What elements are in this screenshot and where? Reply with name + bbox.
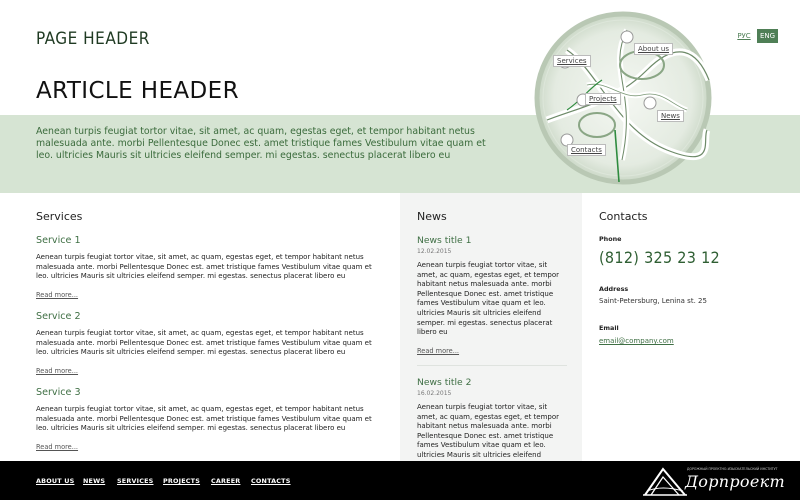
read-more-link[interactable]: Read more... <box>417 347 459 355</box>
map-link-contacts[interactable]: Contacts <box>567 144 606 156</box>
company-logo[interactable]: ДОРОЖНЫЙ ПРОЕКТНО-ИЗЫСКАТЕЛЬСКИЙ ИНСТИТУ… <box>643 465 785 497</box>
service-title[interactable]: Service 1 <box>36 235 386 246</box>
service-title[interactable]: Service 3 <box>36 387 386 398</box>
service-text: Aenean turpis feugiat tortor vitae, sit … <box>36 405 372 433</box>
email-label: Email <box>599 324 619 332</box>
news-text: Aenean turpis feugiat tortor vitae, sit … <box>417 261 560 337</box>
email-link[interactable]: email@company.com <box>599 337 674 345</box>
services-heading: Services <box>36 210 83 223</box>
contacts-column: Contacts Phone (812) 325 23 12 Address S… <box>582 193 800 461</box>
address-label: Address <box>599 285 629 293</box>
news-column: News News title 1 12.02.2015 Aenean turp… <box>400 193 582 461</box>
lang-en-button[interactable]: ENG <box>757 29 778 43</box>
logo-road-icon <box>643 467 687 496</box>
news-item: News title 2 16.02.2015 Aenean turpis fe… <box>417 377 567 461</box>
news-text: Aenean turpis feugiat tortor vitae, sit … <box>417 403 560 459</box>
news-item: News title 1 12.02.2015 Aenean turpis fe… <box>417 235 567 357</box>
news-title[interactable]: News title 1 <box>417 235 567 246</box>
map-link-projects[interactable]: Projects <box>585 93 621 105</box>
map-link-about-us[interactable]: About us <box>634 43 674 55</box>
phone-label: Phone <box>599 235 622 243</box>
map-link-news[interactable]: News <box>657 110 684 122</box>
intro-text: Aenean turpis feugiat tortor vitae, sit … <box>36 126 486 161</box>
service-item: Service 1 Aenean turpis feugiat tortor v… <box>36 235 386 301</box>
page-title: PAGE HEADER <box>36 29 150 49</box>
phone-number: (812) 325 23 12 <box>599 248 721 267</box>
service-text: Aenean turpis feugiat tortor vitae, sit … <box>36 253 372 281</box>
read-more-link[interactable]: Read more... <box>36 367 78 375</box>
service-title[interactable]: Service 2 <box>36 311 386 322</box>
news-heading: News <box>417 210 447 223</box>
road-map-illustration: About us Services Projects News Contacts <box>527 10 717 190</box>
news-divider <box>417 365 567 366</box>
article-title: ARTICLE HEADER <box>36 78 239 104</box>
service-item: Service 3 Aenean turpis feugiat tortor v… <box>36 387 386 453</box>
footer-nav-contacts[interactable]: CONTACTS <box>251 477 291 485</box>
contacts-heading: Contacts <box>599 210 648 223</box>
logo-subtext: ДОРОЖНЫЙ ПРОЕКТНО-ИЗЫСКАТЕЛЬСКИЙ ИНСТИТУ… <box>687 467 778 471</box>
footer: ABOUT US NEWS SERVICES PROJECTS CAREER C… <box>0 461 800 500</box>
read-more-link[interactable]: Read more... <box>36 291 78 299</box>
road-map-graphic <box>534 11 713 185</box>
news-title[interactable]: News title 2 <box>417 377 567 388</box>
lang-ru-link[interactable]: РУС <box>735 29 753 43</box>
footer-nav-about-us[interactable]: ABOUT US <box>36 477 74 485</box>
footer-nav-news[interactable]: NEWS <box>83 477 105 485</box>
news-date: 16.02.2015 <box>417 390 452 397</box>
address-text: Saint-Petersburg, Lenina st. 25 <box>599 297 707 305</box>
footer-nav-career[interactable]: CAREER <box>211 477 240 485</box>
footer-nav-projects[interactable]: PROJECTS <box>163 477 200 485</box>
logo-text: Дорпроект <box>685 472 785 491</box>
news-date: 12.02.2015 <box>417 248 452 255</box>
service-text: Aenean turpis feugiat tortor vitae, sit … <box>36 329 372 357</box>
read-more-link[interactable]: Read more... <box>36 443 78 451</box>
footer-nav-services[interactable]: SERVICES <box>117 477 153 485</box>
map-link-services[interactable]: Services <box>553 55 591 67</box>
services-column: Services Service 1 Aenean turpis feugiat… <box>0 193 400 461</box>
service-item: Service 2 Aenean turpis feugiat tortor v… <box>36 311 386 377</box>
